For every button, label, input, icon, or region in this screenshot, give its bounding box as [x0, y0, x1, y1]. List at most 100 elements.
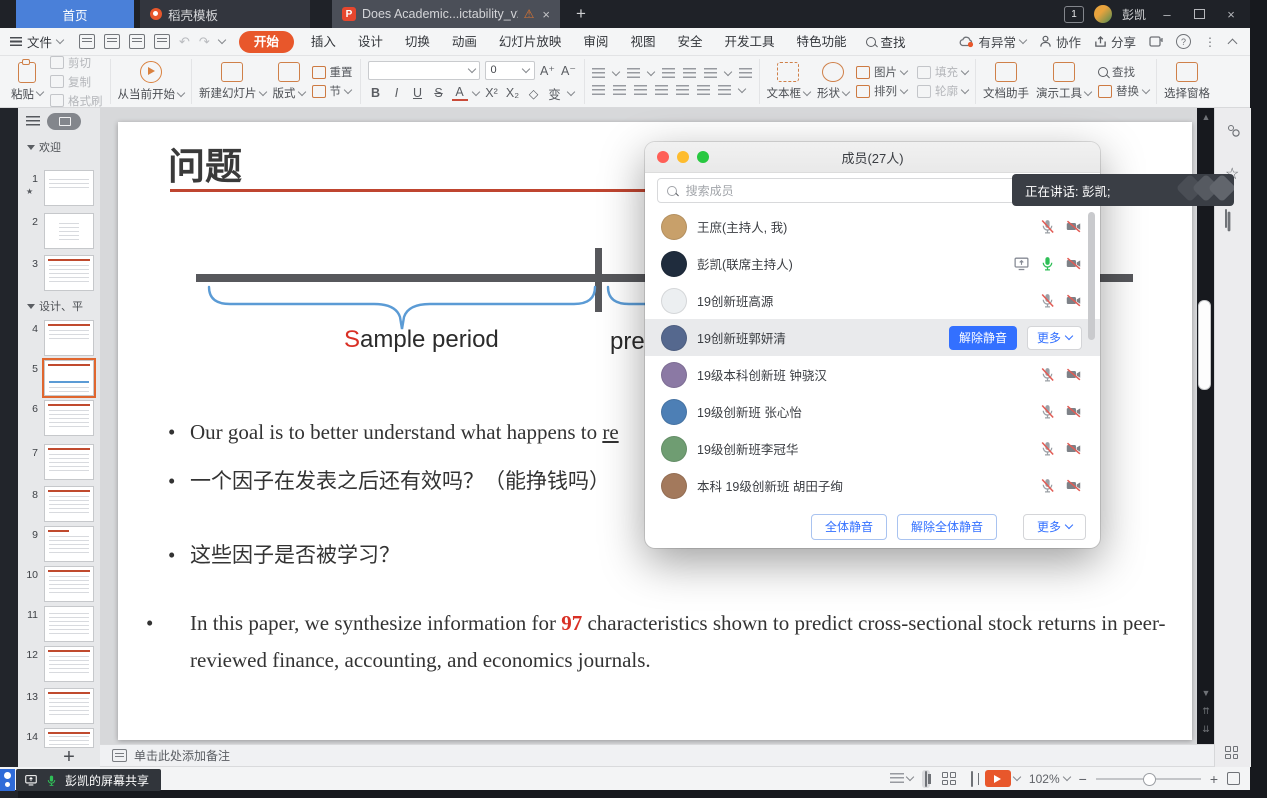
bullet-list-icon[interactable] — [592, 68, 605, 79]
slide-view-toggle[interactable] — [47, 113, 81, 130]
duplicate-page-icon[interactable] — [1225, 210, 1227, 228]
thumbnail[interactable] — [44, 566, 94, 602]
play-from-current-button[interactable]: 从当前开始 — [118, 61, 185, 102]
menu-tab-design[interactable]: 设计 — [347, 28, 394, 56]
next-slide-icon[interactable]: ⇊ — [1199, 724, 1213, 735]
slide-thumbnail-6[interactable]: 6 — [18, 400, 100, 438]
arrange-button[interactable]: 排列 — [856, 83, 907, 99]
subscript-button[interactable]: X₂ — [505, 86, 521, 100]
share-button[interactable]: 分享 — [1094, 32, 1136, 51]
outline-button[interactable]: 轮廓 — [917, 83, 968, 99]
close-tab-icon[interactable]: × — [542, 7, 550, 22]
thumbnail[interactable] — [44, 526, 94, 562]
member-row[interactable]: 19级创新班李冠华 — [645, 430, 1100, 467]
bold-button[interactable]: B — [368, 86, 384, 100]
footer-more-button[interactable]: 更多 — [1023, 514, 1086, 540]
slide-thumbnail-11[interactable]: 11 — [18, 606, 100, 644]
print-icon[interactable] — [129, 34, 145, 49]
unmute-all-button[interactable]: 解除全体静音 — [897, 514, 997, 540]
menu-tab-devtools[interactable]: 开发工具 — [713, 28, 785, 56]
line-spacing-icon[interactable] — [704, 68, 717, 79]
strikethrough-button[interactable]: S — [431, 86, 447, 100]
fill-button[interactable]: 填充 — [917, 64, 968, 80]
layout-button[interactable]: 版式 — [273, 62, 305, 101]
canvas-scrollbar-thumb[interactable] — [1198, 300, 1211, 390]
camera-off-icon[interactable] — [1065, 292, 1082, 309]
undo-icon[interactable]: ↶ — [179, 34, 190, 50]
member-row[interactable]: 19创新班高源 — [645, 282, 1100, 319]
paste-button[interactable]: 粘贴 — [11, 62, 43, 102]
textbox-button[interactable]: 文本框 — [767, 62, 811, 101]
new-tab-button[interactable]: + — [576, 4, 586, 24]
chevron-down-icon[interactable] — [471, 87, 479, 95]
cut-button[interactable]: 剪切 — [50, 55, 103, 71]
italic-button[interactable]: I — [389, 86, 405, 100]
slide-thumbnail-4[interactable]: 4 — [18, 320, 100, 358]
chevron-down-icon[interactable] — [566, 87, 574, 95]
print-preview-icon[interactable] — [154, 34, 170, 49]
camera-off-icon[interactable] — [1065, 477, 1082, 494]
section-header-welcome[interactable]: 欢迎 — [27, 139, 61, 155]
menu-tab-slideshow[interactable]: 幻灯片放映 — [488, 28, 573, 56]
menu-tab-animation[interactable]: 动画 — [441, 28, 488, 56]
new-slide-button[interactable]: 新建幻灯片 — [199, 62, 266, 101]
thumbnail[interactable] — [44, 255, 94, 291]
thumbnail[interactable] — [44, 170, 94, 206]
restore-button[interactable] — [1188, 7, 1210, 22]
thumbnail[interactable] — [44, 444, 94, 480]
slide-thumbnail-7[interactable]: 7 — [18, 444, 100, 482]
columns-icon[interactable] — [697, 85, 710, 96]
mic-muted-icon[interactable] — [1039, 218, 1056, 235]
zoom-slider[interactable] — [1096, 778, 1201, 780]
mute-all-button[interactable]: 全体静音 — [811, 514, 887, 540]
menu-tab-view[interactable]: 视图 — [619, 28, 666, 56]
thumbnail-active[interactable] — [44, 360, 94, 396]
camera-off-icon[interactable] — [1065, 218, 1082, 235]
tab-document[interactable]: P Does Academic...ictability_v2 ⚠ × — [332, 0, 560, 28]
member-row[interactable]: 彭凯(联席主持人) — [645, 245, 1100, 282]
text-direction-icon[interactable] — [739, 68, 752, 79]
numbered-list-icon[interactable] — [627, 68, 640, 79]
thumbnail[interactable] — [44, 606, 94, 642]
add-slide-button[interactable]: + — [44, 746, 94, 767]
align-right-icon[interactable] — [634, 85, 647, 96]
zoom-in-button[interactable]: + — [1210, 771, 1218, 787]
unmute-button[interactable]: 解除静音 — [949, 326, 1017, 350]
slideshow-button[interactable] — [985, 770, 1020, 787]
camera-off-icon[interactable] — [1065, 440, 1082, 457]
change-case-button[interactable]: 变 — [547, 84, 563, 103]
user-avatar[interactable] — [1094, 5, 1112, 23]
slide-thumbnail-9[interactable]: 9 — [18, 526, 100, 564]
copy-button[interactable]: 复制 — [50, 74, 103, 90]
zoom-slider-knob[interactable] — [1143, 773, 1156, 786]
slide-thumbnail-5[interactable]: 5 — [18, 360, 100, 398]
close-icon[interactable] — [657, 151, 669, 163]
font-size-select[interactable]: 0 — [485, 61, 535, 80]
file-menu[interactable]: 文件 — [10, 32, 63, 51]
text-effect-button[interactable]: ◇ — [526, 86, 542, 101]
menu-tab-insert[interactable]: 插入 — [300, 28, 347, 56]
menu-tab-transition[interactable]: 切换 — [394, 28, 441, 56]
menu-tab-review[interactable]: 审阅 — [572, 28, 619, 56]
picture-button[interactable]: 图片 — [856, 64, 907, 80]
zoom-out-button[interactable]: − — [1079, 771, 1087, 787]
camera-off-icon[interactable] — [1065, 366, 1082, 383]
meeting-app-icon[interactable] — [0, 769, 15, 791]
close-window-button[interactable]: × — [1220, 7, 1242, 22]
member-row[interactable]: 王庶(主持人, 我) — [645, 208, 1100, 245]
increase-indent-icon[interactable] — [683, 68, 696, 79]
mic-on-icon[interactable] — [1039, 255, 1056, 272]
camera-off-icon[interactable] — [1065, 403, 1082, 420]
thumbnail[interactable] — [44, 486, 94, 522]
more-options-icon[interactable]: ⋮ — [1204, 35, 1216, 49]
scroll-up-icon[interactable]: ▲ — [1199, 112, 1213, 122]
section-header-design[interactable]: 设计、平 — [27, 298, 83, 314]
notification-badge[interactable]: 1 — [1064, 6, 1084, 23]
panel-title-bar[interactable]: 成员(27人) — [645, 142, 1100, 173]
mic-muted-icon[interactable] — [1039, 403, 1056, 420]
slide-thumbnail-12[interactable]: 12 — [18, 646, 100, 684]
zoom-level[interactable]: 102% — [1029, 772, 1070, 786]
member-row-selected[interactable]: 19创新班郭妍清 解除静音 更多 — [645, 319, 1100, 356]
slide-thumbnail-2[interactable]: 2 — [18, 213, 100, 251]
align-left-icon[interactable] — [592, 85, 605, 96]
